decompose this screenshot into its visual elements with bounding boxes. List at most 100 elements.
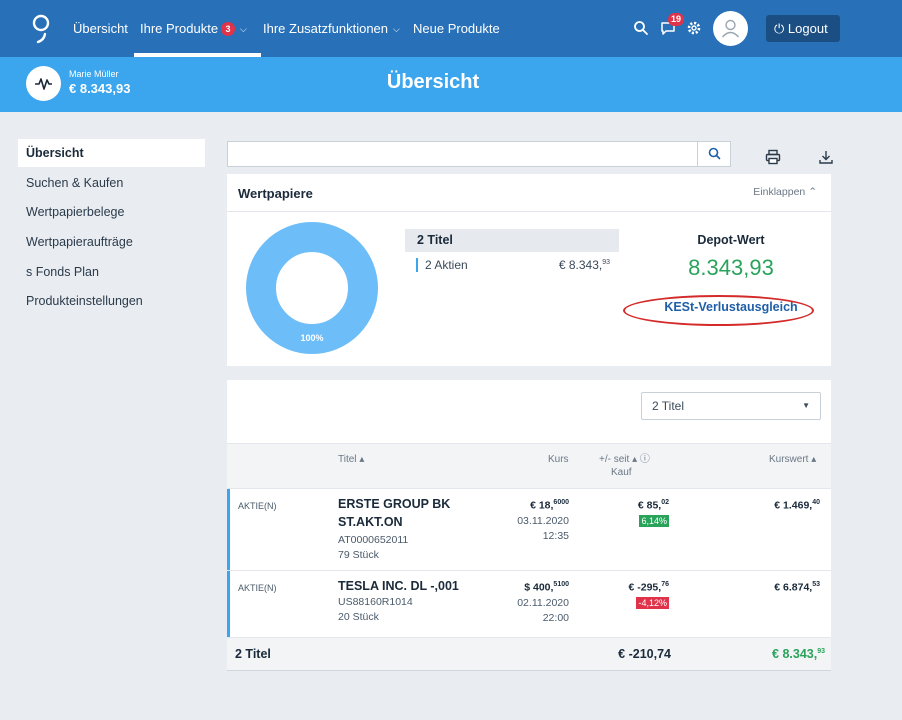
column-header-kurswert[interactable]: Kurswert ▴: [769, 453, 816, 466]
sidebar-item-product-settings[interactable]: Produkteinstellungen: [18, 287, 205, 315]
nav-item-label: Übersicht: [73, 21, 128, 36]
filter-selected-value: 2 Titel: [652, 399, 685, 413]
messages-count-badge: 19: [668, 13, 685, 26]
logo-icon[interactable]: [30, 12, 54, 44]
market-value-decimals: 40: [812, 499, 820, 506]
download-icon[interactable]: [818, 149, 834, 165]
sidebar-item-search-buy[interactable]: Suchen & Kaufen: [18, 169, 205, 197]
nav-item-products[interactable]: Ihre Produkte 3 ⌵: [134, 0, 261, 57]
security-info: TESLA INC. DL -,001 US88160R1014 20 Stüc…: [338, 577, 459, 625]
row-accent-bar: [227, 489, 230, 570]
security-type: AKTIE(N): [238, 583, 277, 593]
nav-item-label: Ihre Produkte: [140, 21, 219, 36]
nav-item-label: Ihre Zusatzfunktionen: [263, 21, 389, 36]
column-header-label: Kauf: [611, 467, 632, 478]
logout-button[interactable]: ⏻ Logout: [766, 15, 840, 42]
security-name[interactable]: ST.AKT.ON: [338, 513, 450, 531]
price-value: $ 400,5100: [517, 577, 569, 596]
price-time: 22:00: [542, 611, 569, 624]
portfolio-summary-card: Wertpapiere Einklappen ⌃ 100% 2 Titel 2 …: [227, 174, 831, 366]
titles-row-amount-cents: 93: [602, 259, 610, 266]
change-percent-badge: 6,14%: [639, 514, 669, 527]
column-header-label: +/- seit: [599, 454, 630, 465]
titles-filter-select[interactable]: 2 Titel ▼: [641, 392, 821, 420]
portfolio-title: Wertpapiere: [238, 186, 313, 201]
logout-label: Logout: [787, 21, 828, 36]
sort-up-icon: ▴: [359, 454, 365, 465]
price-date: 02.11.2020: [517, 596, 569, 609]
search-button[interactable]: [697, 142, 730, 166]
market-value-cell: € 1.469,40: [774, 495, 820, 514]
nav-item-label: Neue Produkte: [413, 21, 500, 36]
market-value: € 6.874,53: [774, 577, 820, 596]
price-amount: $ 400,: [524, 581, 554, 594]
footer-total-amount: € 8.343,: [772, 647, 818, 661]
footer-market-value-total: € 8.343,93: [772, 647, 825, 661]
info-icon[interactable]: ⓘ: [640, 454, 650, 465]
price-value: € 18,6000: [517, 495, 569, 514]
security-isin: AT0000652011: [338, 534, 409, 546]
price-date: 03.11.2020: [517, 514, 569, 527]
search-icon: [708, 147, 721, 160]
depot-value: 8.343,93: [688, 255, 774, 280]
footer-change-total: € -210,74: [618, 647, 671, 661]
change-value: € 85,02: [638, 495, 669, 514]
security-quantity: 20 Stück: [338, 611, 379, 623]
security-type: AKTIE(N): [238, 501, 277, 511]
security-isin: US88160R1014: [338, 596, 413, 608]
nav-item-extras[interactable]: Ihre Zusatzfunktionen ⌵: [263, 0, 400, 57]
market-value-amount: € 6.874,: [774, 581, 813, 594]
table-row[interactable]: AKTIE(N) ERSTE GROUP BK ST.AKT.ON AT0000…: [227, 489, 831, 571]
sidebar-item-overview[interactable]: Übersicht: [18, 139, 205, 167]
titles-summary-row[interactable]: 2 Aktien € 8.343,93: [416, 258, 610, 272]
sidebar-item-fonds-plan[interactable]: s Fonds Plan: [18, 258, 205, 286]
power-icon: ⏻: [774, 21, 785, 36]
caret-down-icon: ▼: [802, 401, 810, 410]
chevron-down-icon: ⌵: [393, 24, 400, 34]
row-accent-bar: [227, 571, 230, 637]
sort-up-icon: ▴: [811, 454, 817, 465]
titles-row-amount: € 8.343,: [558, 258, 603, 272]
price-cell: $ 400,5100 02.11.2020 22:00: [517, 577, 569, 626]
sidebar-item-securities-documents[interactable]: Wertpapierbelege: [18, 198, 205, 226]
donut-segment-shares[interactable]: [246, 222, 378, 354]
table-row[interactable]: AKTIE(N) TESLA INC. DL -,001 US88160R101…: [227, 571, 831, 638]
search-input[interactable]: [227, 141, 731, 167]
avatar[interactable]: [713, 11, 748, 46]
titles-row-label: 2 Aktien: [425, 258, 468, 272]
price-decimals: 5100: [553, 581, 569, 588]
column-header-title[interactable]: Titel ▴: [338, 453, 364, 466]
donut-percent-label: 100%: [300, 333, 323, 343]
column-header-label: Titel: [338, 454, 357, 465]
security-name[interactable]: TESLA INC. DL -,001: [338, 577, 459, 595]
security-name[interactable]: ERSTE GROUP BK: [338, 495, 450, 513]
change-cell: € -295,76 -4,12%: [629, 577, 670, 611]
page-header: Marie Müller € 8.343,93 Übersicht: [0, 57, 902, 112]
column-header-kurs[interactable]: Kurs: [548, 453, 569, 466]
price-cell: € 18,6000 03.11.2020 12:35: [517, 495, 569, 544]
sidebar-item-securities-orders[interactable]: Wertpapieraufträge: [18, 228, 205, 256]
print-icon[interactable]: [765, 149, 781, 165]
nav-item-new-products[interactable]: Neue Produkte: [413, 0, 500, 57]
column-header-change[interactable]: +/- seit ▴ ⓘ Kauf: [599, 453, 650, 479]
collapse-toggle[interactable]: Einklappen ⌃: [753, 186, 817, 198]
sort-up-icon: ▴: [632, 454, 638, 465]
chevron-up-icon: ⌃: [808, 186, 817, 198]
allocation-donut-chart: 100%: [246, 222, 378, 354]
market-value-amount: € 1.469,: [774, 499, 813, 512]
nav-item-overview[interactable]: Übersicht: [73, 0, 128, 57]
holdings-table-card: 2 Titel ▼ Titel ▴ Kurs +/- seit ▴ ⓘ Kauf…: [227, 380, 831, 671]
change-value: € -295,76: [629, 577, 670, 596]
page-title: Übersicht: [386, 71, 480, 93]
user-icon: [721, 19, 740, 38]
footer-total-decimals: 93: [817, 647, 825, 655]
depot-value-label: Depot-Wert: [697, 233, 765, 247]
search-icon[interactable]: [633, 20, 649, 36]
change-amount: € 85,: [637, 499, 662, 512]
market-value-cell: € 6.874,53: [774, 577, 820, 596]
gear-icon[interactable]: [686, 20, 702, 36]
titles-row-value: € 8.343,93: [559, 258, 610, 272]
security-info: ERSTE GROUP BK ST.AKT.ON AT0000652011 79…: [338, 495, 450, 563]
titles-summary-header: 2 Titel: [405, 229, 619, 252]
change-cell: € 85,02 6,14%: [638, 495, 669, 529]
